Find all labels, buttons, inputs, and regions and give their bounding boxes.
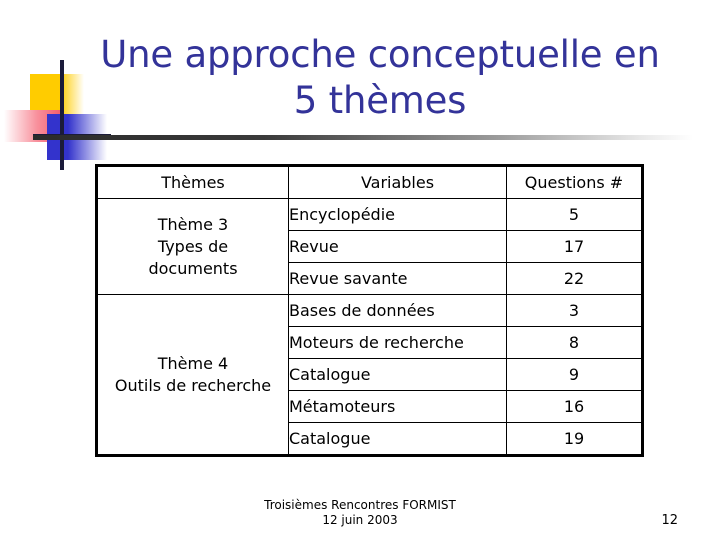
questions-count-cell: 9 bbox=[506, 358, 643, 391]
table-row: Thème 3 Types de documents Encyclopédie … bbox=[96, 198, 643, 295]
theme-group-label: Thème 4 Outils de recherche bbox=[96, 294, 289, 456]
variable-cell: Bases de données bbox=[288, 294, 507, 327]
themes-table: Thèmes Variables Questions # Thème 3 Typ… bbox=[95, 164, 644, 457]
slide-title: Une approche conceptuelle en 5 thèmes bbox=[100, 33, 660, 122]
variable-cell: Catalogue bbox=[288, 422, 507, 456]
table-header-row: Thèmes Variables Questions # bbox=[96, 165, 643, 199]
questions-count-cell: 3 bbox=[506, 294, 643, 327]
footer-date: 12 juin 2003 bbox=[322, 513, 398, 527]
questions-count-cell: 8 bbox=[506, 326, 643, 359]
column-header-questions: Questions # bbox=[506, 165, 643, 199]
variable-cell: Revue savante bbox=[288, 262, 507, 295]
questions-count-cell: 5 bbox=[506, 198, 643, 231]
column-header-variables: Variables bbox=[288, 165, 507, 199]
questions-count-cell: 22 bbox=[506, 262, 643, 295]
page-number: 12 bbox=[661, 513, 678, 528]
themes-table-container: Thèmes Variables Questions # Thème 3 Typ… bbox=[95, 164, 644, 457]
theme-group-label: Thème 3 Types de documents bbox=[96, 198, 289, 295]
title-divider-rule bbox=[33, 135, 693, 140]
table-row: Thème 4 Outils de recherche Bases de don… bbox=[96, 294, 643, 456]
slide: Une approche conceptuelle en 5 thèmes Th… bbox=[0, 0, 720, 540]
questions-count-cell: 19 bbox=[506, 422, 643, 456]
questions-count-cell: 16 bbox=[506, 390, 643, 423]
variable-cell: Revue bbox=[288, 230, 507, 263]
variable-cell: Moteurs de recherche bbox=[288, 326, 507, 359]
variable-cell: Catalogue bbox=[288, 358, 507, 391]
variable-cell: Encyclopédie bbox=[288, 198, 507, 231]
questions-count-cell: 17 bbox=[506, 230, 643, 263]
column-header-themes: Thèmes bbox=[96, 165, 289, 199]
variable-cell: Métamoteurs bbox=[288, 390, 507, 423]
footer-event-name: Troisièmes Rencontres FORMIST bbox=[264, 498, 456, 512]
slide-footer: Troisièmes Rencontres FORMIST 12 juin 20… bbox=[0, 498, 720, 528]
